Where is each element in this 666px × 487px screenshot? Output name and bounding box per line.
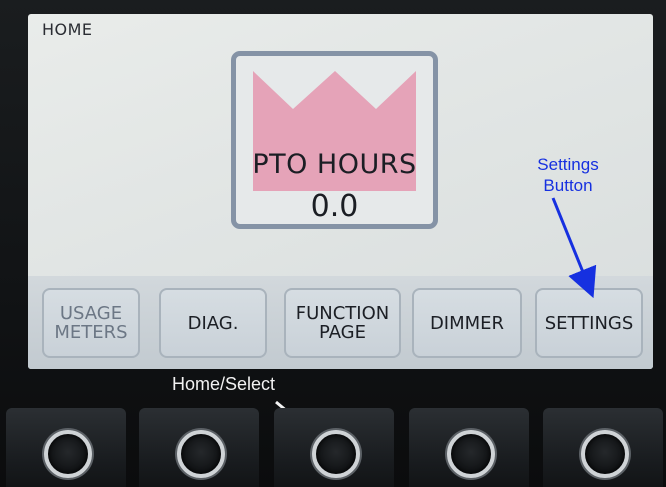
round-push-button-icon — [177, 430, 225, 478]
hardware-button-5[interactable] — [543, 408, 663, 487]
display-screen: HOME PTO HOURS 0.0 Settings Button USAGE… — [28, 14, 653, 369]
function-page-label: FUNCTION PAGE — [295, 303, 390, 343]
diag-label: DIAG. — [187, 312, 239, 334]
hardware-button-2[interactable] — [139, 408, 259, 487]
round-push-button-icon — [447, 430, 495, 478]
settings-annotation: Settings Button — [513, 154, 623, 196]
hardware-button-4[interactable] — [409, 408, 529, 487]
diag-button[interactable]: DIAG. — [159, 288, 267, 358]
dimmer-label: DIMMER — [429, 312, 505, 334]
pto-title: PTO HOURS — [252, 149, 417, 180]
hardware-button-1[interactable] — [6, 408, 126, 487]
pto-value: 0.0 — [310, 189, 359, 224]
settings-annotation-text: Settings Button — [537, 155, 599, 195]
home-select-hardware-button[interactable] — [274, 408, 394, 487]
soft-button-bar: USAGE METERS DIAG. FUNCTION PAGE DIMMER … — [28, 276, 653, 369]
home-select-annotation: Home/Select — [172, 374, 276, 394]
function-page-button[interactable]: FUNCTION PAGE — [284, 288, 401, 358]
round-push-button-icon — [312, 430, 360, 478]
page-label: HOME — [42, 20, 93, 39]
round-push-button-icon — [581, 430, 629, 478]
usage-meters-label: USAGE METERS — [54, 303, 128, 343]
pto-hours-panel: PTO HOURS 0.0 — [231, 51, 438, 229]
settings-label: SETTINGS — [544, 312, 634, 334]
round-push-button-icon — [44, 430, 92, 478]
dimmer-button[interactable]: DIMMER — [412, 288, 522, 358]
settings-button[interactable]: SETTINGS — [535, 288, 643, 358]
usage-meters-button[interactable]: USAGE METERS — [42, 288, 140, 358]
